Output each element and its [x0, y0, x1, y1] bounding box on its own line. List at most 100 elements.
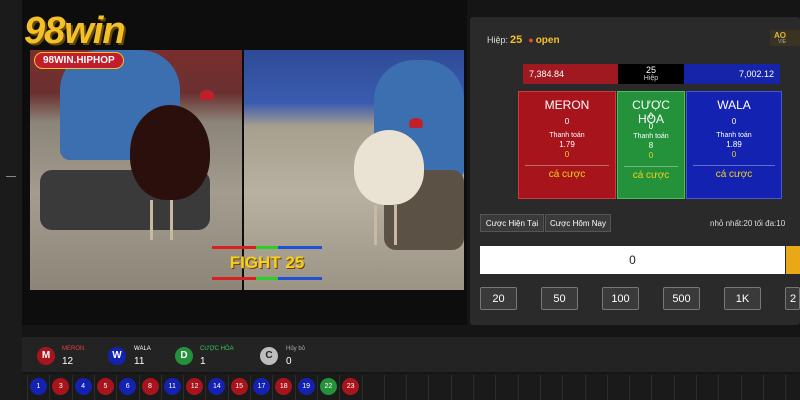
- bet-title-draw: CƯỢC HÒA: [632, 98, 670, 126]
- rooster-meron: [130, 105, 210, 200]
- fight-number-text: FIGHT 25: [229, 253, 305, 272]
- history-grid-line: [696, 375, 697, 400]
- history-grid-line: [629, 375, 631, 400]
- history-grid-line: [673, 375, 675, 400]
- history-grid-line: [205, 375, 207, 400]
- chip-1k[interactable]: 1K: [724, 287, 761, 310]
- my-bet-wala: 0: [731, 150, 737, 159]
- history-grid-line: [406, 375, 408, 400]
- divider: [624, 166, 678, 167]
- chip-2k[interactable]: 2: [785, 287, 800, 310]
- partner-logo-icon: AO VIE: [770, 30, 800, 46]
- rooster-wala: [354, 130, 424, 205]
- brand-logo: 98win: [24, 10, 126, 52]
- history-grid-line: [27, 375, 28, 400]
- history-result-chip: 19: [297, 378, 315, 395]
- history-grid-line: [160, 375, 162, 400]
- history-grid-line: [539, 375, 541, 400]
- history-grid-line: [361, 375, 363, 400]
- history-grid-line: [93, 375, 95, 400]
- history-result-chip: 11: [163, 378, 181, 395]
- history-grid-line: [428, 375, 430, 400]
- history-grid-line: [584, 375, 586, 400]
- history-grid-line: [272, 375, 274, 400]
- history-result-chip: 8: [141, 378, 159, 395]
- divider: [693, 165, 775, 166]
- chip-20[interactable]: 20: [480, 287, 517, 310]
- round-status: Hiệp: 25 ● open: [487, 34, 560, 46]
- odds-wala: 1.89: [726, 140, 742, 149]
- my-bet-draw: 0: [648, 151, 654, 160]
- status-dot-icon: ●: [528, 35, 534, 45]
- history-result-chip: 12: [186, 378, 204, 395]
- history-grid-line: [606, 375, 608, 400]
- bet-amount-wala: 0: [731, 117, 737, 126]
- bet-amount-input[interactable]: 0: [480, 246, 785, 274]
- stat-label-meron: MERON: [62, 346, 85, 352]
- bet-box-wala[interactable]: WALA 0 Thanh toán 1.89 0 cá cược: [686, 91, 782, 199]
- bet-limits: nhỏ nhất:20 tối đa:10: [710, 219, 786, 228]
- history-grid-line: [316, 375, 318, 400]
- rooster-comb: [409, 118, 423, 128]
- history-grid-line: [339, 375, 341, 400]
- rooster-leg: [150, 200, 153, 240]
- wala-total: 7,002.12: [684, 64, 780, 84]
- history-grid-line: [740, 375, 742, 400]
- chip-100[interactable]: 100: [602, 287, 639, 310]
- stat-count-cancel: 0: [286, 356, 292, 367]
- history-grid-line: [383, 375, 385, 400]
- history-result-chip: 22: [319, 378, 337, 395]
- odds-draw: 8: [648, 141, 654, 150]
- history-grid-line: [138, 375, 140, 400]
- payout-label-wala: Thanh toán: [716, 132, 752, 139]
- chip-500[interactable]: 500: [663, 287, 700, 310]
- history-grid-line: [495, 375, 497, 400]
- meron-badge-icon: M: [37, 347, 55, 365]
- history-grid-line: [71, 375, 73, 400]
- history-grid-line: [785, 375, 787, 400]
- stat-label-wala: WALA: [134, 346, 151, 352]
- round-indicator: 25 Hiệp: [618, 64, 684, 84]
- stat-count-wala: 11: [134, 356, 145, 367]
- history-result-chip: 5: [96, 378, 114, 395]
- cancel-badge-icon: C: [260, 347, 278, 365]
- bet-title-wala: WALA: [717, 98, 751, 112]
- history-grid-line: [227, 375, 229, 400]
- amount-confirm-button[interactable]: [786, 246, 800, 274]
- wala-badge-icon: W: [108, 347, 126, 365]
- fight-bar-top: [212, 246, 322, 249]
- bet-box-meron[interactable]: MERON 0 Thanh toán 1.79 0 cá cược: [518, 91, 616, 199]
- fight-overlay: FIGHT 25: [212, 246, 322, 282]
- rooster-leg: [374, 205, 377, 245]
- bet-amount-draw: 0: [648, 112, 654, 121]
- stat-label-draw: CƯỢC HÒA: [200, 346, 234, 352]
- round-state: open: [535, 35, 560, 46]
- history-grid-line: [250, 375, 251, 400]
- tab-current-bets[interactable]: Cược Hiện Tại: [480, 214, 544, 232]
- camera-left: [30, 50, 242, 290]
- rooster-leg: [394, 205, 397, 245]
- odds-meron: 1.79: [559, 140, 575, 149]
- history-grid-line: [762, 375, 764, 400]
- chip-50[interactable]: 50: [541, 287, 578, 310]
- tab-today-bets[interactable]: Cược Hôm Nay: [545, 214, 611, 232]
- bet-amount-draw-2: 0: [648, 122, 654, 131]
- divider: [525, 165, 609, 166]
- round-number: 25: [510, 34, 523, 46]
- bet-button-meron[interactable]: cá cược: [519, 169, 615, 180]
- bet-button-wala[interactable]: cá cược: [687, 169, 781, 180]
- draw-badge-icon: D: [175, 347, 193, 365]
- round-label: Hiệp:: [487, 35, 509, 45]
- collapse-icon[interactable]: [6, 176, 16, 177]
- payout-label-meron: Thanh toán: [549, 132, 585, 139]
- bet-button-draw[interactable]: cá cược: [618, 170, 684, 181]
- history-result-chip: 4: [74, 378, 92, 395]
- history-grid-line: [450, 375, 452, 400]
- round-indicator-label: Hiệp: [643, 75, 659, 82]
- fight-bar-bottom: [212, 277, 322, 280]
- stat-count-meron: 12: [62, 356, 74, 367]
- bet-box-draw[interactable]: CƯỢC HÒA 0 0 Thanh toán 8 0 cá cược: [617, 91, 685, 199]
- round-indicator-number: 25: [645, 65, 656, 75]
- history-grid-line: [473, 375, 474, 400]
- left-edge-strip: [0, 0, 22, 400]
